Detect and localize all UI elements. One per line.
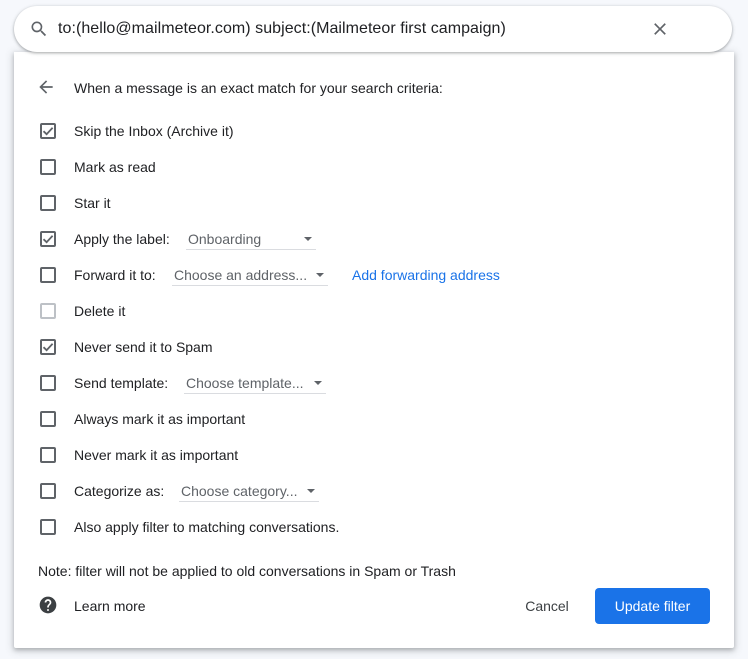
- filter-heading: When a message is an exact match for you…: [74, 80, 443, 96]
- option-dropdown[interactable]: Onboarding: [186, 229, 316, 250]
- option-label: Always mark it as important: [74, 411, 246, 427]
- cancel-button[interactable]: Cancel: [512, 588, 582, 624]
- filter-panel: When a message is an exact match for you…: [14, 52, 734, 648]
- help-icon[interactable]: [38, 595, 58, 615]
- caret-down-icon: [307, 489, 315, 493]
- option-label: Categorize as:: [74, 483, 165, 499]
- option-label: Send template:: [74, 375, 169, 391]
- dropdown-value: Choose category...: [181, 483, 298, 499]
- search-input[interactable]: to:(hello@mailmeteor.com) subject:(Mailm…: [58, 20, 506, 38]
- checkbox[interactable]: [40, 159, 56, 175]
- close-icon[interactable]: [650, 19, 670, 39]
- check-icon: [42, 343, 54, 352]
- check-icon: [42, 235, 54, 244]
- option-label: Never send it to Spam: [74, 339, 213, 355]
- filter-option-row: Also apply filter to matching conversati…: [38, 517, 718, 537]
- filter-option-row: Never mark it as important: [38, 445, 718, 465]
- checkbox[interactable]: [40, 447, 56, 463]
- option-label: Star it: [74, 195, 111, 211]
- filter-option-row: Categorize as: Choose category...: [38, 481, 718, 502]
- checkbox[interactable]: [40, 123, 56, 139]
- learn-more-link[interactable]: Learn more: [74, 598, 146, 614]
- filter-option-row: Always mark it as important: [38, 409, 718, 429]
- dropdown-value: Onboarding: [188, 231, 262, 247]
- option-dropdown[interactable]: Choose an address...: [172, 265, 328, 286]
- dropdown-value: Choose template...: [186, 375, 304, 391]
- filter-note: Note: filter will not be applied to old …: [38, 563, 456, 579]
- filter-option-row: Star it: [38, 193, 718, 213]
- option-label: Also apply filter to matching conversati…: [74, 519, 340, 535]
- option-label: Never mark it as important: [74, 447, 239, 463]
- checkbox[interactable]: [40, 519, 56, 535]
- filter-option-row: Mark as read: [38, 157, 718, 177]
- back-arrow-icon[interactable]: [36, 77, 56, 97]
- checkbox[interactable]: [40, 267, 56, 283]
- filter-option-row: Skip the Inbox (Archive it): [38, 121, 718, 141]
- add-forwarding-address-link[interactable]: Add forwarding address: [352, 267, 500, 283]
- filter-option-row: Apply the label: Onboarding: [38, 229, 718, 250]
- checkbox[interactable]: [40, 303, 56, 319]
- checkbox[interactable]: [40, 231, 56, 247]
- checkbox[interactable]: [40, 411, 56, 427]
- checkbox[interactable]: [40, 339, 56, 355]
- caret-down-icon: [314, 381, 322, 385]
- search-bar[interactable]: to:(hello@mailmeteor.com) subject:(Mailm…: [14, 6, 732, 52]
- option-label: Delete it: [74, 303, 126, 319]
- search-icon[interactable]: [29, 19, 49, 39]
- caret-down-icon: [304, 237, 312, 241]
- check-icon: [42, 127, 54, 136]
- update-filter-button[interactable]: Update filter: [595, 588, 710, 624]
- filter-option-row: Delete it: [38, 301, 718, 321]
- filter-option-row: Forward it to: Choose an address... Add fo…: [38, 265, 718, 286]
- filter-option-row: Never send it to Spam: [38, 337, 718, 357]
- checkbox[interactable]: [40, 483, 56, 499]
- option-label: Mark as read: [74, 159, 156, 175]
- option-label: Forward it to:: [74, 267, 156, 283]
- filter-option-row: Send template: Choose template...: [38, 373, 718, 394]
- dropdown-value: Choose an address...: [174, 267, 308, 283]
- option-dropdown[interactable]: Choose category...: [179, 481, 319, 502]
- caret-down-icon: [316, 273, 324, 277]
- option-dropdown[interactable]: Choose template...: [184, 373, 326, 394]
- checkbox[interactable]: [40, 195, 56, 211]
- option-label: Apply the label:: [74, 231, 170, 247]
- checkbox[interactable]: [40, 375, 56, 391]
- option-label: Skip the Inbox (Archive it): [74, 123, 234, 139]
